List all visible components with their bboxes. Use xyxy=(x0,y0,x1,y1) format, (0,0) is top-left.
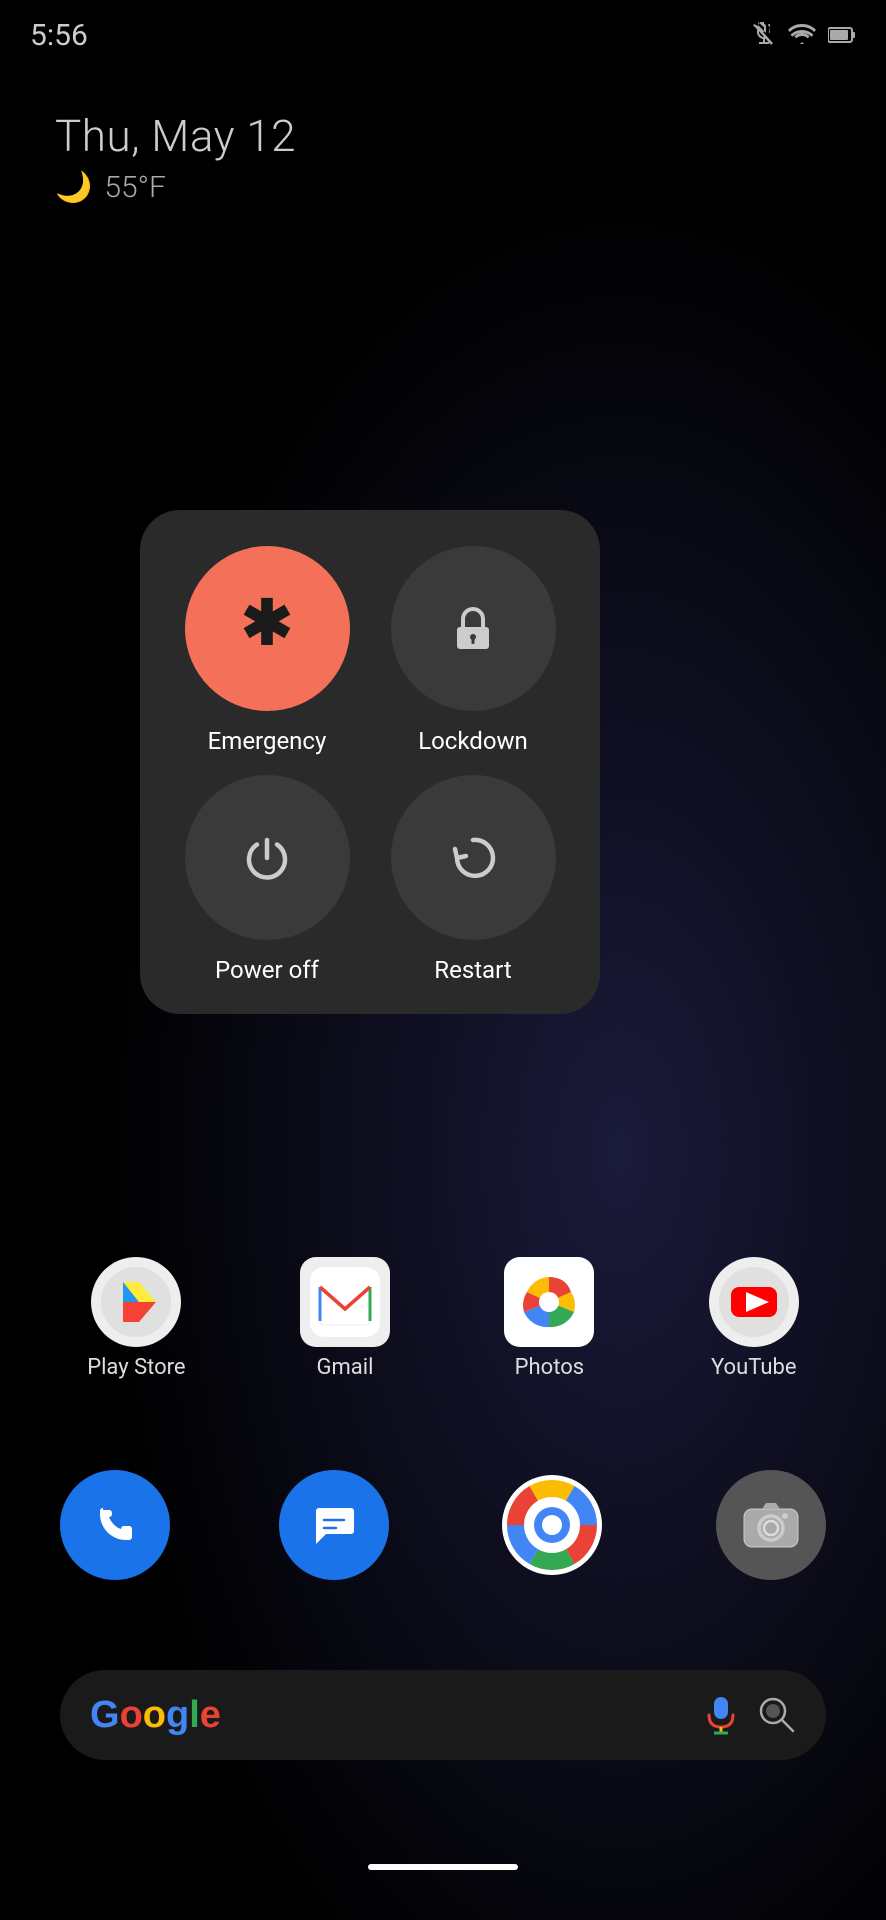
date-weather: Thu, May 12 🌙 55°F xyxy=(55,110,296,205)
power-off-label: Power off xyxy=(215,956,319,984)
youtube-app[interactable]: YouTube xyxy=(709,1257,799,1380)
youtube-icon xyxy=(719,1267,789,1337)
moon-icon: 🌙 xyxy=(55,170,92,205)
date-display: Thu, May 12 xyxy=(55,110,296,162)
google-logo: G o o g l e xyxy=(90,1694,221,1737)
play-store-app[interactable]: Play Store xyxy=(87,1257,185,1380)
photos-icon-container[interactable] xyxy=(504,1257,594,1347)
chrome-icon xyxy=(502,1475,602,1575)
gmail-label: Gmail xyxy=(317,1355,374,1380)
power-menu: ✱ Emergency Lockdown Power off xyxy=(140,510,600,1014)
gmail-icon-container[interactable] xyxy=(300,1257,390,1347)
messages-app[interactable] xyxy=(279,1470,389,1580)
restart-circle[interactable] xyxy=(391,775,556,940)
photos-app[interactable]: Photos xyxy=(504,1257,594,1380)
status-icons xyxy=(752,22,856,48)
photos-icon xyxy=(514,1267,584,1337)
photos-label: Photos xyxy=(515,1355,584,1380)
home-indicator[interactable] xyxy=(368,1864,518,1870)
power-off-button[interactable]: Power off xyxy=(172,775,362,984)
play-store-icon xyxy=(101,1267,171,1337)
lock-icon xyxy=(445,601,501,657)
lockdown-circle[interactable] xyxy=(391,546,556,711)
lockdown-label: Lockdown xyxy=(418,727,528,755)
emergency-label: Emergency xyxy=(208,727,327,755)
play-store-icon-container[interactable] xyxy=(91,1257,181,1347)
wifi-icon xyxy=(788,24,816,46)
emergency-icon: ✱ xyxy=(235,596,300,661)
restart-icon xyxy=(445,830,501,886)
microphone-icon[interactable] xyxy=(704,1695,738,1735)
search-bar-actions xyxy=(704,1695,796,1735)
play-store-label: Play Store xyxy=(87,1355,185,1380)
lens-icon[interactable] xyxy=(758,1696,796,1734)
youtube-icon-container[interactable] xyxy=(709,1257,799,1347)
chrome-app[interactable] xyxy=(497,1470,607,1580)
emergency-button[interactable]: ✱ Emergency xyxy=(172,546,362,755)
phone-app[interactable] xyxy=(60,1470,170,1580)
messages-icon xyxy=(306,1498,361,1553)
status-bar: 5:56 xyxy=(0,0,886,70)
svg-text:✱: ✱ xyxy=(241,596,293,658)
gmail-app[interactable]: Gmail xyxy=(300,1257,390,1380)
lockdown-button[interactable]: Lockdown xyxy=(378,546,568,755)
status-time: 5:56 xyxy=(30,18,88,53)
weather-row: 🌙 55°F xyxy=(55,170,296,205)
temperature: 55°F xyxy=(104,170,166,205)
power-circle[interactable] xyxy=(185,775,350,940)
gmail-icon xyxy=(310,1267,380,1337)
mute-icon xyxy=(752,22,776,48)
camera-icon xyxy=(742,1499,800,1551)
emergency-circle[interactable]: ✱ xyxy=(185,546,350,711)
bottom-dock xyxy=(60,1470,826,1580)
battery-icon xyxy=(828,25,856,45)
restart-button[interactable]: Restart xyxy=(378,775,568,984)
phone-icon xyxy=(88,1498,143,1553)
restart-label: Restart xyxy=(434,956,511,984)
camera-app[interactable] xyxy=(716,1470,826,1580)
taskbar-apps: Play Store Gmail xyxy=(0,1257,886,1380)
power-icon xyxy=(239,830,295,886)
search-bar[interactable]: G o o g l e xyxy=(60,1670,826,1760)
youtube-label: YouTube xyxy=(711,1355,796,1380)
